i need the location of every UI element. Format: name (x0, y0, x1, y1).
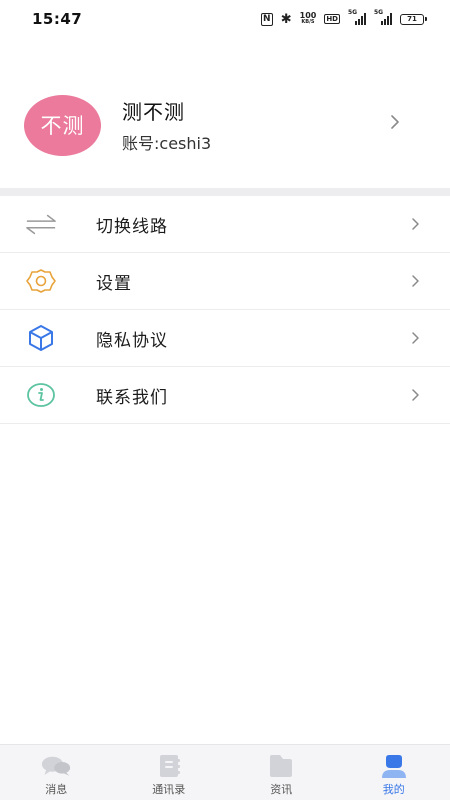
chevron-right-icon (412, 332, 419, 344)
cube-icon (25, 324, 57, 352)
network-speed-value: 100 (299, 11, 317, 20)
status-bar: 15:47 N ✱ 100 KB/S HD 5G 5G 71 (0, 0, 450, 38)
network-speed-unit: KB/S (301, 19, 315, 25)
nav-label: 我的 (382, 783, 405, 796)
menu-item-label: 切换线路 (96, 216, 168, 237)
nav-label: 通讯录 (152, 783, 186, 796)
hd-voice-icon: HD (324, 14, 340, 24)
nav-label: 消息 (45, 783, 68, 796)
user-icon (379, 753, 409, 779)
menu-item-switch-line[interactable]: 切换线路 (0, 196, 450, 253)
nav-item-mine[interactable]: 我的 (338, 745, 450, 800)
profile-card[interactable]: 不测 测不测 账号:ceshi3 (0, 64, 450, 186)
chevron-right-icon (412, 275, 419, 287)
nav-item-contacts[interactable]: 通讯录 (113, 745, 226, 800)
network-speed: 100 KB/S (300, 12, 317, 26)
signal-sim2-icon: 5G (374, 9, 392, 25)
mine-screen: 15:47 N ✱ 100 KB/S HD 5G 5G 71 不测 测不测 账号… (0, 0, 450, 800)
menu-item-privacy-policy[interactable]: 隐私协议 (0, 310, 450, 367)
folder-icon (266, 753, 296, 779)
menu-item-settings[interactable]: 设置 (0, 253, 450, 310)
bottom-nav: 消息 通讯录 资讯 我的 (0, 744, 450, 800)
settings-menu: 切换线路 设置 隐私协议 联系我们 (0, 196, 450, 424)
profile-info: 测不测 账号:ceshi3 (122, 96, 211, 154)
bluetooth-icon: ✱ (280, 11, 292, 27)
chevron-right-icon (412, 389, 419, 401)
menu-item-label: 联系我们 (96, 387, 168, 408)
section-divider (0, 188, 450, 196)
menu-item-label: 隐私协议 (96, 330, 168, 351)
swap-arrows-icon (25, 210, 57, 238)
signal-sim1-icon: 5G (348, 9, 366, 25)
nav-item-messages[interactable]: 消息 (0, 745, 113, 800)
status-icons: N ✱ 100 KB/S HD 5G 5G 71 (260, 9, 427, 27)
avatar[interactable]: 不测 (24, 94, 101, 156)
profile-account: 账号:ceshi3 (122, 134, 212, 153)
info-icon (25, 381, 57, 409)
nfc-icon: N (260, 12, 273, 26)
nav-item-news[interactable]: 资讯 (225, 745, 338, 800)
chat-bubbles-icon (41, 753, 71, 779)
contacts-book-icon (154, 753, 184, 779)
gear-icon (25, 267, 57, 295)
chevron-right-icon (391, 115, 399, 129)
chevron-right-icon (412, 218, 419, 230)
profile-name: 测不测 (122, 100, 185, 124)
status-time: 15:47 (32, 10, 83, 28)
battery-icon: 71 (400, 13, 427, 25)
nav-label: 资讯 (270, 783, 293, 796)
menu-item-label: 设置 (96, 273, 132, 294)
menu-item-contact-us[interactable]: 联系我们 (0, 367, 450, 424)
